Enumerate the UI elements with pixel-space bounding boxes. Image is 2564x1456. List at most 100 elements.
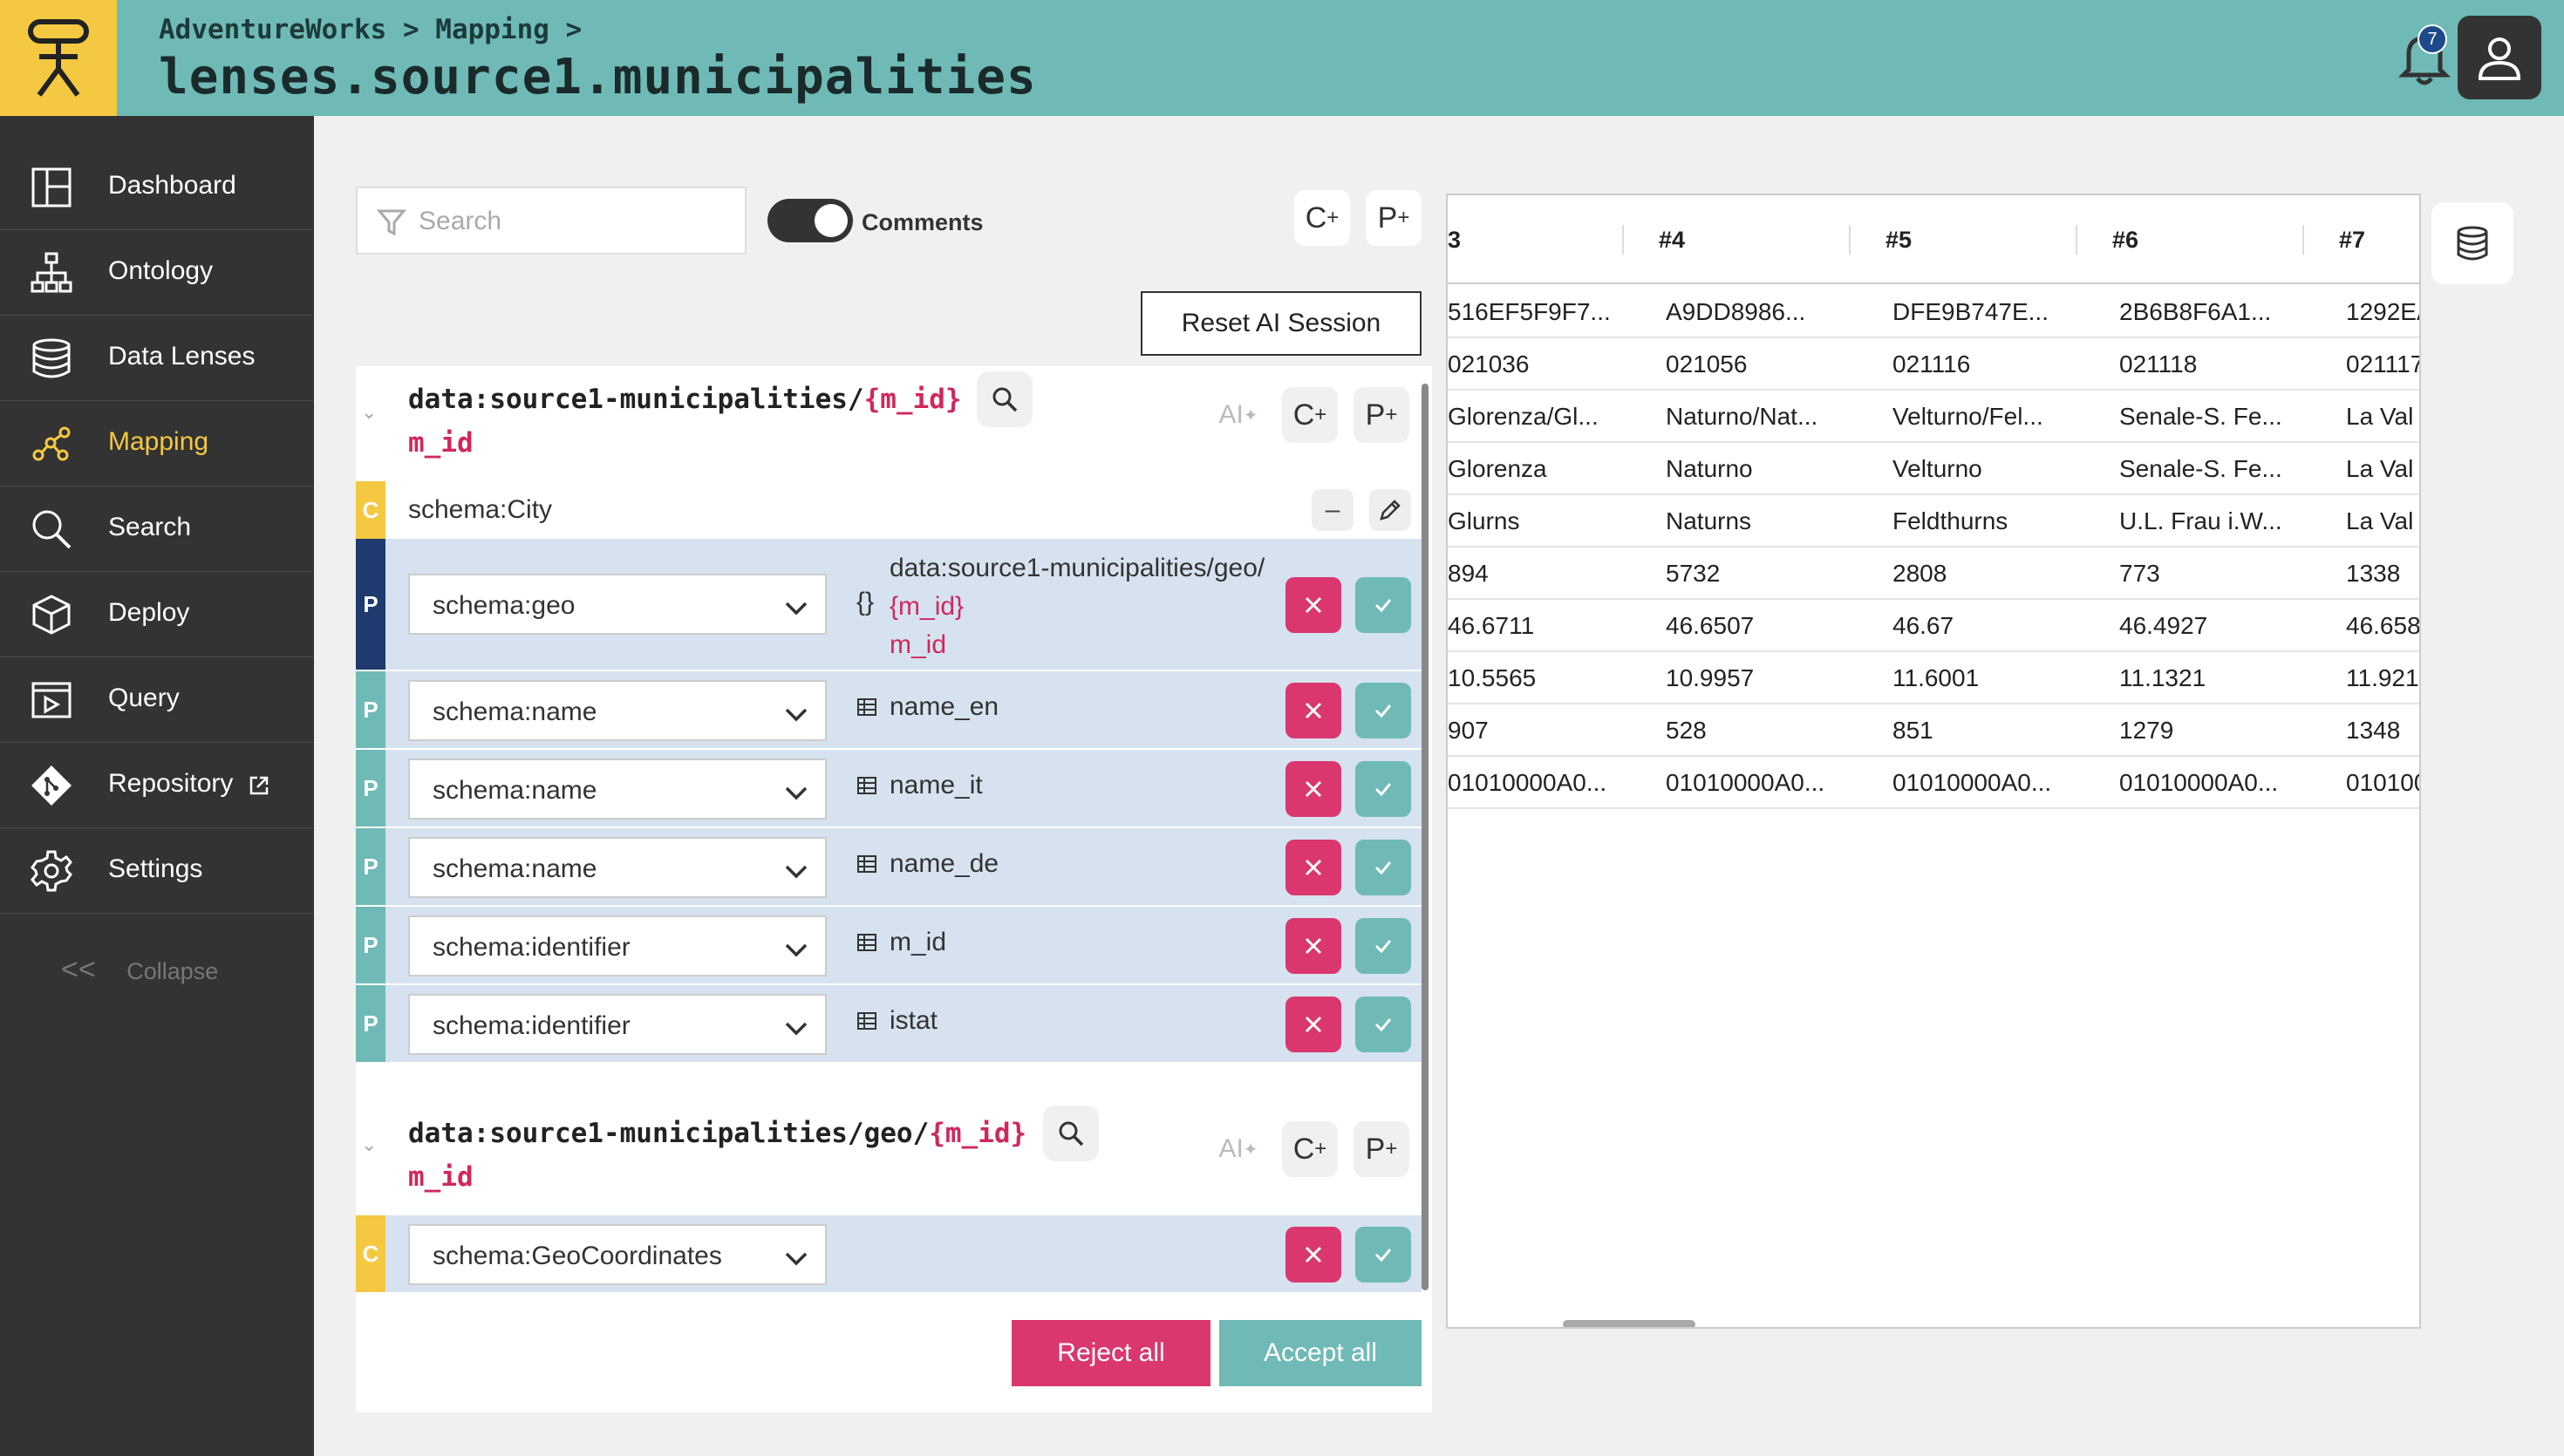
table-cell[interactable]: 1292EA — [2346, 298, 2419, 326]
accept-all-button[interactable]: Accept all — [1219, 1320, 1422, 1386]
table-cell[interactable]: 11.921 — [2346, 664, 2419, 692]
accept-button[interactable] — [1355, 761, 1411, 817]
database-button[interactable] — [2431, 202, 2513, 284]
table-cell[interactable]: 516EF5F9F7... — [1448, 298, 1611, 326]
sidebar-item-settings[interactable]: Settings — [0, 828, 314, 914]
table-cell[interactable]: Velturno — [1892, 455, 1982, 483]
table-cell[interactable]: La Val — [2346, 455, 2413, 483]
table-cell[interactable]: 46.67 — [1892, 612, 1954, 640]
reject-button[interactable] — [1285, 683, 1341, 738]
table-cell[interactable]: Glorenza — [1448, 455, 1547, 483]
group-chevron-icon[interactable]: ⌄ — [361, 401, 377, 424]
predicate-select[interactable]: schema:name — [408, 680, 827, 741]
predicate-select[interactable]: schema:identifier — [408, 915, 827, 976]
column-header[interactable]: 3 — [1448, 227, 1461, 254]
table-cell[interactable]: 2808 — [1892, 560, 1947, 588]
table-cell[interactable]: Naturno — [1666, 455, 1753, 483]
ai-suggest-button[interactable]: AI ✦ — [1210, 1121, 1266, 1177]
table-cell[interactable]: 5732 — [1666, 560, 1720, 588]
group-chevron-icon[interactable]: ⌄ — [361, 1133, 377, 1156]
accept-button[interactable] — [1355, 683, 1411, 738]
table-cell[interactable]: 01010000A0... — [2119, 769, 2278, 797]
app-logo[interactable] — [0, 0, 117, 116]
accept-button[interactable] — [1355, 577, 1411, 633]
table-cell[interactable]: 010100 — [2346, 769, 2419, 797]
table-cell[interactable]: 1348 — [2346, 717, 2400, 745]
reject-button[interactable] — [1285, 997, 1341, 1052]
sidebar-item-deploy[interactable]: Deploy — [0, 572, 314, 657]
add-class-button[interactable]: C + — [1282, 1121, 1338, 1177]
predicate-select[interactable]: schema:name — [408, 759, 827, 820]
column-header[interactable]: #4 — [1659, 227, 1685, 254]
table-cell[interactable]: U.L. Frau i.W... — [2119, 507, 2282, 535]
reset-ai-session-button[interactable]: Reset AI Session — [1141, 291, 1422, 356]
table-cell[interactable]: 46.658 — [2346, 612, 2419, 640]
add-property-button[interactable]: P + — [1354, 1121, 1409, 1177]
table-cell[interactable]: Glurns — [1448, 507, 1519, 535]
user-avatar[interactable] — [2458, 16, 2541, 99]
table-cell[interactable]: La Val — [2346, 507, 2413, 535]
sidebar-item-ontology[interactable]: Ontology — [0, 230, 314, 316]
table-cell[interactable]: Naturno/Nat... — [1666, 403, 1817, 431]
table-cell[interactable]: Naturns — [1666, 507, 1751, 535]
table-cell[interactable]: 46.6507 — [1666, 612, 1754, 640]
table-cell[interactable]: 01010000A0... — [1448, 769, 1606, 797]
predicate-select[interactable]: schema:geo — [408, 574, 827, 635]
ai-suggest-button[interactable]: AI ✦ — [1210, 387, 1266, 443]
table-cell[interactable]: Glorenza/Gl... — [1448, 403, 1599, 431]
comments-toggle[interactable] — [767, 199, 853, 242]
reject-button[interactable] — [1285, 761, 1341, 817]
collapse-class-button[interactable]: – — [1312, 489, 1354, 531]
accept-button[interactable] — [1355, 1227, 1411, 1283]
table-cell[interactable]: 851 — [1892, 717, 1933, 745]
table-cell[interactable]: 2B6B8F6A1... — [2119, 298, 2271, 326]
sidebar-item-query[interactable]: Query — [0, 657, 314, 743]
table-cell[interactable]: 10.5565 — [1448, 664, 1536, 692]
table-cell[interactable]: La Val — [2346, 403, 2413, 431]
column-header[interactable]: #7 — [2339, 227, 2365, 254]
breadcrumb[interactable]: AdventureWorks > Mapping > — [159, 14, 582, 45]
predicate-select[interactable]: schema:name — [408, 837, 827, 898]
subject-search-button[interactable] — [1043, 1106, 1099, 1161]
add-property-button[interactable]: P + — [1366, 190, 1422, 246]
table-cell[interactable]: 11.1321 — [2119, 664, 2206, 692]
reject-button[interactable] — [1285, 918, 1341, 974]
column-separator[interactable] — [2076, 225, 2077, 255]
table-cell[interactable]: 01010000A0... — [1666, 769, 1824, 797]
table-cell[interactable]: 021036 — [1448, 350, 1529, 378]
table-cell[interactable]: Senale-S. Fe... — [2119, 455, 2282, 483]
accept-button[interactable] — [1355, 840, 1411, 895]
sidebar-item-search[interactable]: Search — [0, 486, 314, 572]
sidebar-item-data-lenses[interactable]: Data Lenses — [0, 316, 314, 401]
table-cell[interactable]: 021118 — [2119, 350, 2197, 378]
table-cell[interactable]: DFE9B747E... — [1892, 298, 2049, 326]
table-cell[interactable]: 528 — [1666, 717, 1707, 745]
table-cell[interactable]: Velturno/Fel... — [1892, 403, 2043, 431]
table-cell[interactable]: 021116 — [1892, 350, 1970, 378]
class-select[interactable]: schema:GeoCoordinates — [408, 1224, 827, 1285]
table-cell[interactable]: 1279 — [2119, 717, 2173, 745]
sidebar-item-dashboard[interactable]: Dashboard — [0, 145, 314, 230]
collapse-button[interactable]: << Collapse — [61, 953, 218, 987]
reject-all-button[interactable]: Reject all — [1012, 1320, 1210, 1386]
table-cell[interactable]: Feldthurns — [1892, 507, 2008, 535]
table-cell[interactable]: 11.6001 — [1892, 664, 1979, 692]
sidebar-item-mapping[interactable]: Mapping — [0, 401, 314, 486]
table-cell[interactable]: 01010000A0... — [1892, 769, 2051, 797]
horizontal-scrollbar[interactable] — [1563, 1320, 1695, 1327]
table-cell[interactable]: 021117 — [2346, 350, 2419, 378]
reject-button[interactable] — [1285, 840, 1341, 895]
add-class-button[interactable]: C + — [1282, 387, 1338, 443]
column-separator[interactable] — [2302, 225, 2304, 255]
mapping-scrollbar[interactable] — [1422, 384, 1429, 1290]
accept-button[interactable] — [1355, 997, 1411, 1052]
table-cell[interactable]: 021056 — [1666, 350, 1747, 378]
table-cell[interactable]: 46.4927 — [2119, 612, 2207, 640]
column-separator[interactable] — [1622, 225, 1624, 255]
table-cell[interactable]: 773 — [2119, 560, 2160, 588]
reject-button[interactable] — [1285, 1227, 1341, 1283]
reject-button[interactable] — [1285, 577, 1341, 633]
sidebar-item-repository[interactable]: Repository — [0, 743, 314, 828]
table-cell[interactable]: Senale-S. Fe... — [2119, 403, 2282, 431]
column-header[interactable]: #6 — [2112, 227, 2138, 254]
